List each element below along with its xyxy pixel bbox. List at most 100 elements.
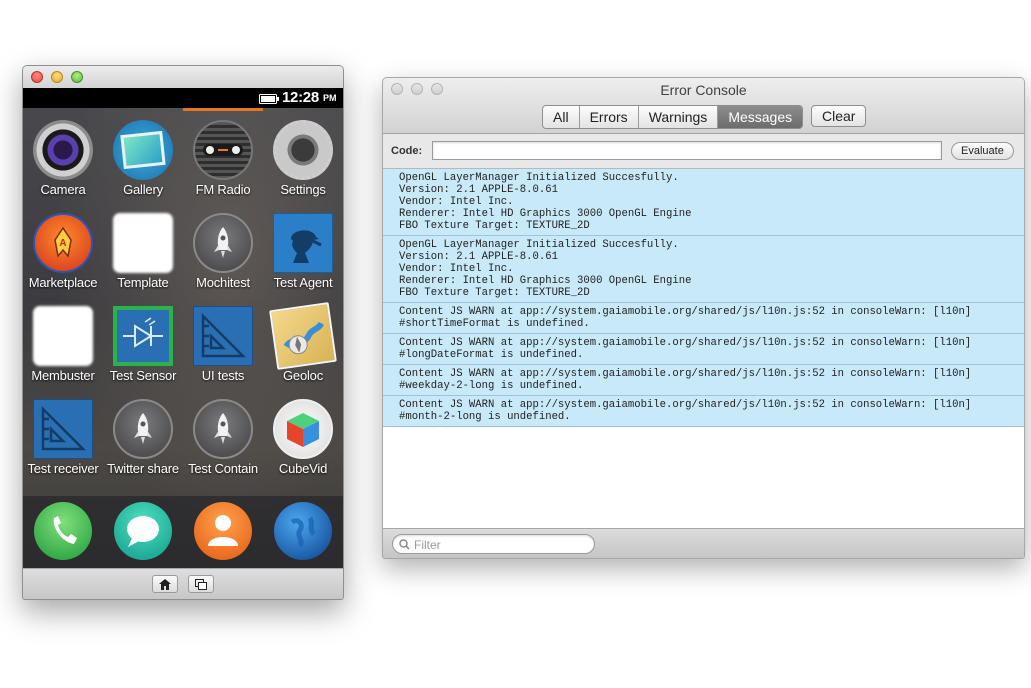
home-icon <box>159 578 171 590</box>
app-ui-tests[interactable]: UI tests <box>183 298 263 390</box>
status-clock-ampm: PM <box>323 93 337 103</box>
zoom-window-button[interactable] <box>71 71 83 83</box>
app-test-agent[interactable]: Test Agent <box>263 205 343 297</box>
filter-tabs: All Errors Warnings Messages <box>542 105 804 129</box>
rotate-button[interactable] <box>188 575 214 593</box>
sensor-circuit-icon <box>113 306 173 366</box>
app-test-sensor[interactable]: Test Sensor <box>103 298 183 390</box>
browser-globe-icon[interactable] <box>274 502 332 560</box>
console-message[interactable]: Content JS WARN at app://system.gaiamobi… <box>383 365 1024 396</box>
phone-icon[interactable] <box>34 502 92 560</box>
app-label: Marketplace <box>28 275 98 290</box>
app-settings[interactable]: Settings <box>263 112 343 204</box>
app-label: Settings <box>280 182 326 197</box>
app-label: Template <box>117 275 169 290</box>
app-test-receiver[interactable]: Test receiver <box>23 391 103 483</box>
marketplace-icon: A <box>33 213 93 273</box>
console-bottom-bar: Filter <box>383 528 1024 558</box>
app-label: Gallery <box>123 182 163 197</box>
detective-icon <box>273 213 333 273</box>
clear-button[interactable]: Clear <box>811 105 867 127</box>
app-label: Membuster <box>31 368 95 383</box>
filter-input[interactable]: Filter <box>392 534 595 554</box>
phone-screen: 12:28 PM Camera Gallery FM Radio Setting… <box>23 88 343 568</box>
search-icon <box>399 539 410 550</box>
console-message-line: Renderer: Intel HD Graphics 3000 OpenGL … <box>399 275 692 287</box>
code-label: Code: <box>391 145 423 157</box>
console-message-line: Content JS WARN at app://system.gaiamobi… <box>399 368 972 380</box>
console-message[interactable]: Content JS WARN at app://system.gaiamobi… <box>383 334 1024 365</box>
app-label: Geoloc <box>283 368 323 383</box>
simulator-window: 12:28 PM Camera Gallery FM Radio Setting… <box>22 65 344 600</box>
tab-messages[interactable]: Messages <box>717 106 803 128</box>
dock <box>23 496 343 568</box>
console-message[interactable]: OpenGL LayerManager Initialized Succesfu… <box>383 236 1024 303</box>
status-bar: 12:28 PM <box>23 88 343 108</box>
window-title: Error Console <box>660 82 747 98</box>
svg-text:A: A <box>59 238 66 249</box>
app-test-contain[interactable]: Test Contain <box>183 391 263 483</box>
contacts-icon[interactable] <box>194 502 252 560</box>
console-message-line: Content JS WARN at app://system.gaiamobi… <box>399 306 972 318</box>
app-label: Twitter share <box>107 461 179 476</box>
cube-icon <box>273 399 333 459</box>
app-label: FM Radio <box>195 182 251 197</box>
tab-all[interactable]: All <box>543 106 579 128</box>
page-indicator <box>183 108 263 111</box>
console-message-line: Vendor: Intel Inc. <box>399 196 514 208</box>
app-template[interactable]: Template <box>103 205 183 297</box>
home-button[interactable] <box>152 575 178 593</box>
blank-app-icon <box>33 306 93 366</box>
app-camera[interactable]: Camera <box>23 112 103 204</box>
console-message-line: OpenGL LayerManager Initialized Succesfu… <box>399 172 679 184</box>
console-message-line: FBO Texture Target: TEXTURE_2D <box>399 220 590 232</box>
console-message-line: Content JS WARN at app://system.gaiamobi… <box>399 399 972 411</box>
console-message-line: #shortTimeFormat is undefined. <box>399 318 590 330</box>
console-message-line: OpenGL LayerManager Initialized Succesfu… <box>399 239 679 251</box>
evaluate-button[interactable]: Evaluate <box>951 142 1014 160</box>
app-label: Mochitest <box>196 275 250 290</box>
tab-warnings[interactable]: Warnings <box>637 106 718 128</box>
console-message[interactable]: Content JS WARN at app://system.gaiamobi… <box>383 303 1024 334</box>
app-membuster[interactable]: Membuster <box>23 298 103 390</box>
messages-icon[interactable] <box>114 502 172 560</box>
tab-errors[interactable]: Errors <box>578 106 638 128</box>
app-label: Test receiver <box>27 461 99 476</box>
console-message-line: #longDateFormat is undefined. <box>399 349 584 361</box>
app-twitter-share[interactable]: Twitter share <box>103 391 183 483</box>
filter-placeholder: Filter <box>414 538 441 552</box>
console-message-line: Vendor: Intel Inc. <box>399 263 514 275</box>
camera-icon <box>33 120 93 180</box>
app-gallery[interactable]: Gallery <box>103 112 183 204</box>
app-label: Camera <box>40 182 86 197</box>
minimize-window-button[interactable] <box>51 71 63 83</box>
map-compass-icon <box>269 302 337 370</box>
app-marketplace[interactable]: A Marketplace <box>23 205 103 297</box>
blueprint-icon <box>33 399 93 459</box>
status-clock: 12:28 <box>282 89 319 106</box>
app-cubevid[interactable]: CubeVid <box>263 391 343 483</box>
console-message-line: FBO Texture Target: TEXTURE_2D <box>399 287 590 299</box>
message-list: OpenGL LayerManager Initialized Succesfu… <box>383 169 1024 528</box>
app-fm-radio[interactable]: FM Radio <box>183 112 263 204</box>
gallery-icon <box>113 120 173 180</box>
console-message[interactable]: OpenGL LayerManager Initialized Succesfu… <box>383 169 1024 236</box>
app-mochitest[interactable]: Mochitest <box>183 205 263 297</box>
console-message[interactable]: Content JS WARN at app://system.gaiamobi… <box>383 396 1024 427</box>
code-bar: Code: Evaluate <box>383 134 1024 169</box>
rotate-screen-icon <box>195 578 207 590</box>
app-label: Test Sensor <box>109 368 177 383</box>
console-message-line: Version: 2.1 APPLE-8.0.61 <box>399 184 558 196</box>
console-message-line: Content JS WARN at app://system.gaiamobi… <box>399 337 972 349</box>
close-window-button[interactable] <box>31 71 43 83</box>
error-console-window: Error Console All Errors Warnings Messag… <box>382 77 1025 559</box>
simulator-titlebar <box>23 66 343 89</box>
console-message-line: Renderer: Intel HD Graphics 3000 OpenGL … <box>399 208 692 220</box>
rocket-icon <box>193 399 253 459</box>
app-geoloc[interactable]: Geoloc <box>263 298 343 390</box>
app-label: Test Contain <box>188 461 258 476</box>
console-message-line: #month-2-long is undefined. <box>399 411 571 423</box>
blueprint-icon <box>193 306 253 366</box>
app-label: UI tests <box>201 368 245 383</box>
code-input[interactable] <box>432 141 942 160</box>
